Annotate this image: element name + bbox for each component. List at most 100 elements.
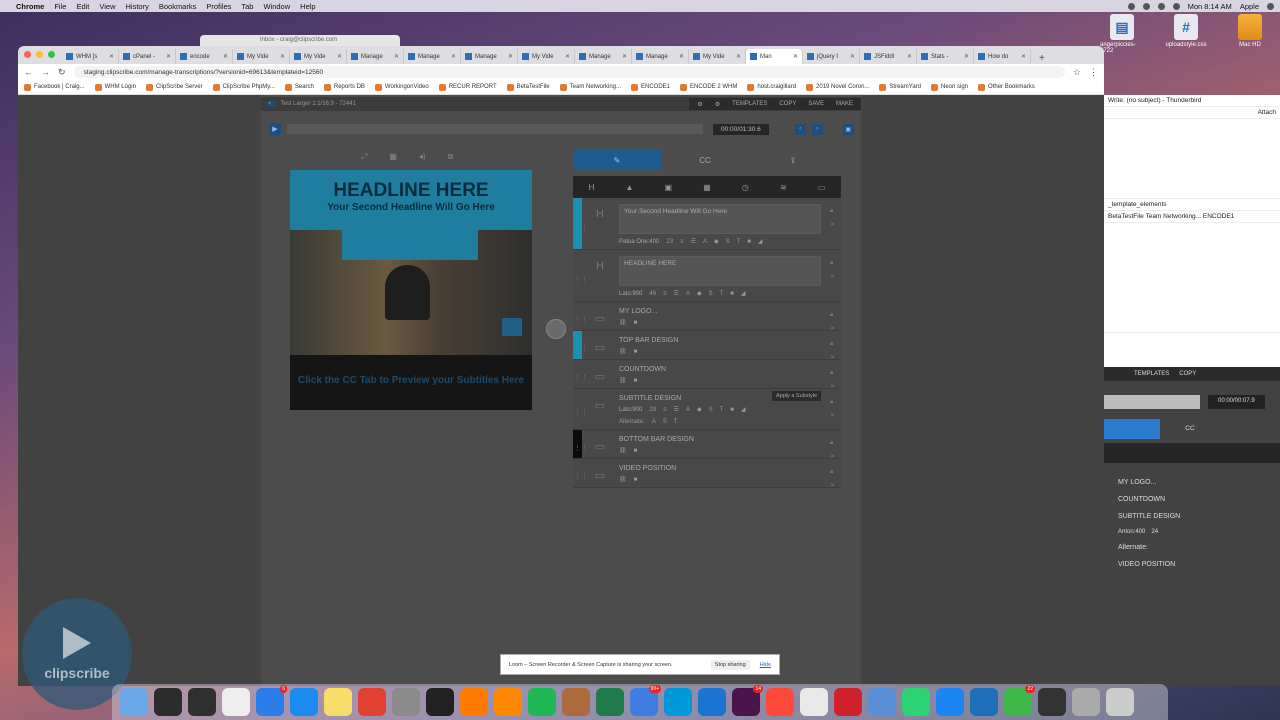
browser-tab[interactable]: JSFiddl ✕ (860, 49, 917, 64)
drag-handle-icon[interactable]: ⋮⋮ (574, 444, 588, 452)
alt-text-icon[interactable]: A (652, 419, 656, 425)
attach-button[interactable]: Attach (1104, 107, 1280, 119)
font-select[interactable]: Patua One:400 (619, 239, 659, 245)
layout-icon[interactable]: ▦ (703, 183, 711, 192)
hide-link[interactable]: Hide (760, 662, 771, 668)
close-tab-icon[interactable]: ✕ (622, 53, 627, 60)
right-font-select[interactable]: Anton:400 (1118, 525, 1145, 539)
text-color-icon[interactable]: A (686, 291, 690, 297)
system-preferences-icon[interactable] (392, 688, 420, 716)
audio-icon[interactable]: ≋ (780, 183, 787, 192)
obs-icon[interactable] (188, 688, 216, 716)
browser-tab[interactable]: encode ✕ (176, 49, 233, 64)
list-icon[interactable]: ☰ (691, 238, 696, 245)
menu-edit[interactable]: Edit (76, 2, 89, 11)
lock-icon[interactable]: 🔒︎ (830, 370, 835, 377)
close-tab-icon[interactable]: ✕ (508, 53, 513, 60)
vscode-icon[interactable] (664, 688, 692, 716)
link-icon[interactable]: ⛓ (619, 348, 627, 355)
close-tab-icon[interactable]: ✕ (964, 53, 969, 60)
drag-handle-icon[interactable]: ⋮⋮ (574, 316, 588, 324)
browser-tab[interactable]: Manage ✕ (575, 49, 632, 64)
back-button[interactable]: < (265, 101, 275, 107)
lock-icon[interactable]: 🔒︎ (830, 469, 835, 476)
vlc-icon[interactable] (494, 688, 522, 716)
fill-icon[interactable]: ■ (730, 407, 734, 413)
bookmark-item[interactable]: ENCODE1 (631, 83, 670, 91)
right-item-logo[interactable]: MY LOGO... (1118, 475, 1266, 492)
finder-icon[interactable] (120, 688, 148, 716)
menu-history[interactable]: History (126, 2, 149, 11)
right-tab-cc[interactable]: CC (1160, 419, 1220, 439)
close-tab-icon[interactable]: ✕ (793, 53, 798, 60)
copy-button[interactable]: COPY (779, 101, 796, 107)
battery-icon[interactable] (1172, 2, 1180, 10)
spotify-icon[interactable] (528, 688, 556, 716)
bookmark-item[interactable]: RECUR REPORT (438, 83, 497, 91)
close-tab-icon[interactable]: ✕ (166, 53, 171, 60)
chrome-icon[interactable] (358, 688, 386, 716)
transmit-icon[interactable] (562, 688, 590, 716)
browser-tab[interactable]: My Vide ✕ (518, 49, 575, 64)
safari-icon[interactable] (290, 688, 318, 716)
video-preview[interactable]: HEADLINE HERE Your Second Headline Will … (290, 170, 532, 410)
menu-window[interactable]: Window (263, 2, 290, 11)
maximize-window-icon[interactable] (48, 51, 55, 58)
strike-icon[interactable]: S (726, 239, 730, 245)
notes-icon[interactable] (324, 688, 352, 716)
capture-button[interactable]: ▣ (842, 123, 854, 135)
search-icon[interactable] (1267, 2, 1274, 10)
status-icon[interactable] (1127, 2, 1135, 10)
minimize-window-icon[interactable] (36, 51, 43, 58)
bookmark-item[interactable]: Facebook | Craig... (24, 83, 85, 91)
zoom-icon[interactable] (936, 688, 964, 716)
close-tab-icon[interactable]: ✕ (1021, 53, 1026, 60)
templates-button[interactable]: TEMPLATES (732, 101, 767, 107)
drag-handle-icon[interactable]: ⋮⋮ (574, 374, 588, 382)
browser-tab[interactable]: Manage ✕ (632, 49, 689, 64)
quicklook-icon[interactable] (596, 688, 624, 716)
drag-handle-icon[interactable]: ⋮⋮ (574, 224, 588, 232)
bookmark-item[interactable]: host.craigillard (747, 83, 796, 91)
link-icon[interactable]: ⛓ (619, 447, 627, 454)
app-store-icon[interactable]: 6 (256, 685, 287, 716)
bookmark-item[interactable]: 2019 Novel Coron... (806, 83, 869, 91)
prev-button[interactable]: ‹ (794, 123, 806, 135)
strike-icon[interactable]: S (709, 407, 713, 413)
element-row[interactable]: ⋮⋮ ▭ 🔒︎ ✕ TOP BAR DESIGN ⛓ ■ (573, 331, 841, 361)
forward-icon[interactable]: → (41, 67, 50, 77)
color-icon[interactable]: ■ (634, 378, 638, 384)
bookmark-item[interactable]: BetaTestFile (506, 83, 550, 91)
browser-tab[interactable]: My Vide ✕ (233, 49, 290, 64)
font-size[interactable]: 46 (649, 291, 656, 297)
bookmark-item[interactable]: WorkingonVideo (374, 83, 429, 91)
mail-icon[interactable]: 99+ (630, 685, 661, 716)
element-row[interactable]: ⋮⋮ ▭ 🔒︎ ✕ BOTTOM BAR DESIGN ⛓ ■ (573, 430, 841, 460)
align-icon[interactable]: ≡ (680, 239, 684, 245)
element-row[interactable]: ⋮⋮ H 🔒︎ ✕ HEADLINE HERE Lato:900 46 ≡ ☰ A ◆ S T ■ ◢ (573, 250, 841, 302)
close-tab-icon[interactable]: ✕ (223, 53, 228, 60)
color-icon[interactable]: ■ (634, 448, 638, 454)
fill-icon[interactable]: ■ (730, 291, 734, 297)
window-icon[interactable]: ▭ (818, 183, 826, 192)
bookmark-item[interactable]: ENCODE 2 WHM (680, 83, 737, 91)
menu-file[interactable]: File (54, 2, 66, 11)
stroke-icon[interactable]: ◢ (758, 238, 763, 245)
close-icon[interactable]: ✕ (830, 482, 835, 489)
element-row[interactable]: ⋮⋮ ▭ 🔒︎ ✕ COUNTDOWN ⛓ ■ (573, 360, 841, 390)
copy-button[interactable]: COPY (1179, 371, 1196, 377)
element-row[interactable]: ⋮⋮ H 🔒︎ ✕ Your Second Headline Will Go Here P… (573, 198, 841, 250)
bookmark-item[interactable]: ClipScribe PhpMy... (212, 83, 275, 91)
tab-share[interactable]: ⇪ (749, 150, 837, 170)
progress-bar[interactable] (287, 124, 703, 134)
close-tab-icon[interactable]: ✕ (394, 53, 399, 60)
tab-cc[interactable]: CC (661, 150, 749, 170)
shapes-icon[interactable]: ▲ (625, 183, 633, 192)
element-text-field[interactable]: HEADLINE HERE (619, 256, 821, 286)
status-icon[interactable] (1142, 2, 1150, 10)
align-icon[interactable]: ≡ (663, 291, 667, 297)
fill-icon[interactable]: ■ (747, 239, 751, 245)
fullscreen-icon[interactable]: ⧉ (448, 152, 454, 162)
firefox-icon[interactable] (460, 688, 488, 716)
strike-icon[interactable]: S (709, 291, 713, 297)
